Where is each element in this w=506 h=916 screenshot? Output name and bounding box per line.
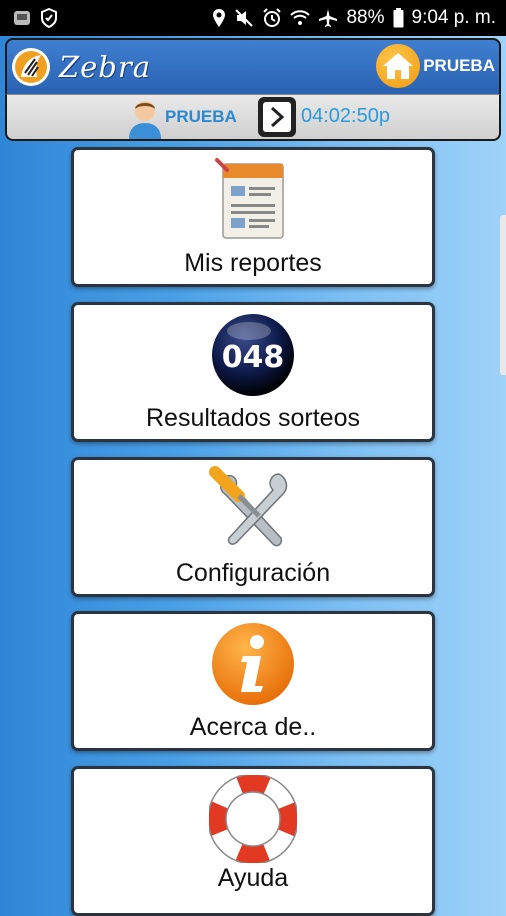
user-info-bar: PRUEBA 04:02:50p <box>5 94 501 141</box>
location-icon <box>212 8 226 28</box>
menu-item-label: Configuración <box>175 559 331 587</box>
user-avatar-icon <box>125 97 165 139</box>
report-icon <box>209 156 297 244</box>
battery-percent: 88% <box>346 7 385 28</box>
menu-item-configuracion[interactable]: Configuración <box>71 457 435 597</box>
user-name: PRUEBA <box>165 107 237 126</box>
home-button[interactable]: PRUEBA <box>376 44 495 88</box>
menu-item-label: Acerca de.. <box>189 713 317 741</box>
app-notification-icon <box>12 8 32 28</box>
wifi-icon <box>290 9 311 27</box>
menu-item-label: Resultados sorteos <box>145 404 360 432</box>
menu-item-ayuda[interactable]: Ayuda <box>71 766 435 916</box>
alarm-icon <box>262 8 282 28</box>
status-bar: 88% 9:04 p. m. <box>0 0 506 36</box>
lifebuoy-icon <box>207 773 299 865</box>
shield-icon <box>40 8 58 28</box>
home-label: PRUEBA <box>423 56 495 75</box>
clock-icon <box>255 96 299 138</box>
menu-item-label: Ayuda <box>217 864 289 892</box>
home-icon <box>376 44 421 88</box>
menu-item-resultados-sorteos[interactable]: 048 Resultados sorteos <box>71 302 435 442</box>
app-header: Zebra PRUEBA <box>5 38 501 94</box>
menu-item-acerca-de[interactable]: Acerca de.. <box>71 611 435 751</box>
status-right: 88% 9:04 p. m. <box>212 7 496 29</box>
menu-item-label: Mis reportes <box>184 249 322 277</box>
tools-icon <box>209 466 297 554</box>
zebra-logo-icon <box>11 47 51 87</box>
ball-number: 048 <box>222 340 285 375</box>
lottery-ball-icon: 048 <box>209 311 297 399</box>
status-left <box>12 8 58 28</box>
app-title: Zebra <box>59 50 152 84</box>
info-icon <box>209 620 297 708</box>
session-clock: 04:02:50p <box>301 105 390 127</box>
airplane-mode-icon <box>318 8 338 28</box>
menu-item-mis-reportes[interactable]: Mis reportes <box>71 147 435 287</box>
edge-panel-handle[interactable] <box>500 215 506 375</box>
mute-icon <box>234 8 254 28</box>
clock-time: 9:04 p. m. <box>411 7 497 28</box>
battery-icon <box>393 8 404 28</box>
